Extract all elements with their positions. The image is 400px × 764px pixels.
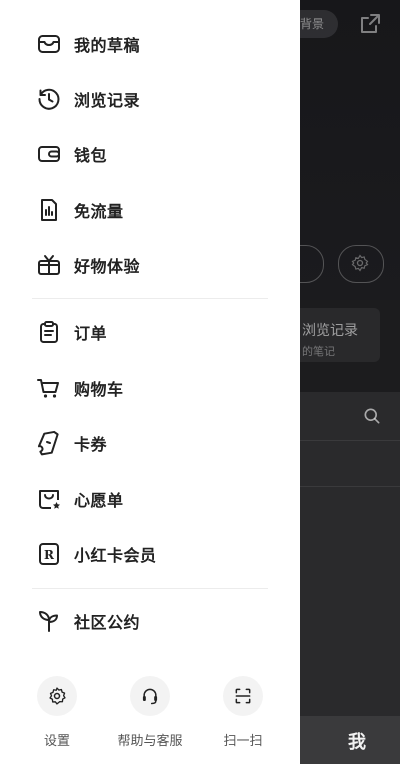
settings-button[interactable]: 设置 <box>12 676 102 749</box>
menu-item-wallet[interactable]: 钱包 <box>0 130 300 178</box>
side-drawer: 我的草稿 浏览记录 钱包 免流量 好物体验 订单 购物车 卡券 心愿单 R 小红… <box>0 0 300 764</box>
tab-me: 我 <box>348 732 366 753</box>
ticket-icon <box>36 430 62 456</box>
menu-item-community-rules[interactable]: 社区公约 <box>0 597 300 645</box>
scan-button-circle <box>223 676 263 716</box>
clipboard-icon <box>36 319 62 345</box>
drafts-box-icon <box>36 31 62 57</box>
menu-item-coupons[interactable]: 卡券 <box>0 419 300 467</box>
menu-item-label: 心愿单 <box>74 491 124 510</box>
gear-icon <box>49 687 66 705</box>
menu-item-history[interactable]: 浏览记录 <box>0 75 300 123</box>
scan-icon <box>235 688 251 704</box>
menu-item-label: 好物体验 <box>74 257 141 276</box>
cart-icon <box>36 375 62 401</box>
scan-label: 扫一扫 <box>223 734 263 749</box>
menu-item-data-free[interactable]: 免流量 <box>0 186 300 234</box>
menu-item-label: 订单 <box>74 324 108 343</box>
screen: 置背景 浏览记录 的笔记 我 我的草稿 浏览记录 钱包 免流量 好物体验 订单 … <box>0 0 400 764</box>
scan-button[interactable]: 扫一扫 <box>198 676 288 749</box>
settings-label: 设置 <box>43 734 70 749</box>
help-service-label: 帮助与客服 <box>117 734 183 749</box>
menu-item-label: 社区公约 <box>74 613 141 632</box>
menu-item-label: 浏览记录 <box>74 91 141 110</box>
headset-icon <box>142 688 158 705</box>
wishlist-bag-icon <box>36 486 62 512</box>
menu-item-label: 免流量 <box>74 202 124 221</box>
menu-item-product-trial[interactable]: 好物体验 <box>0 241 300 289</box>
help-service-button[interactable]: 帮助与客服 <box>105 676 195 749</box>
menu-item-label: 钱包 <box>74 146 108 165</box>
sprout-icon <box>36 608 62 634</box>
background-settings-button <box>338 245 384 283</box>
menu-item-label: 小红卡会员 <box>74 546 157 565</box>
menu-item-label: 购物车 <box>74 380 124 399</box>
background-card-subtitle: 的笔记 <box>302 345 335 358</box>
wallet-icon <box>36 141 62 167</box>
settings-button-circle <box>37 676 77 716</box>
menu-item-orders[interactable]: 订单 <box>0 308 300 356</box>
history-clock-icon <box>36 86 62 112</box>
help-button-circle <box>130 676 170 716</box>
search-icon <box>364 408 380 424</box>
menu-item-label: 卡券 <box>74 435 108 454</box>
menu-item-membership[interactable]: R 小红卡会员 <box>0 530 300 578</box>
gift-tv-icon <box>36 252 62 278</box>
divider <box>300 486 400 487</box>
menu-item-drafts[interactable]: 我的草稿 <box>0 20 300 68</box>
menu-item-label: 我的草稿 <box>74 36 141 55</box>
divider <box>32 298 268 299</box>
svg-text:R: R <box>44 548 55 562</box>
divider <box>32 588 268 589</box>
share-icon <box>361 14 380 33</box>
r-card-icon: R <box>36 541 62 567</box>
menu-item-wishlist[interactable]: 心愿单 <box>0 475 300 523</box>
background-card-title: 浏览记录 <box>302 323 358 339</box>
menu-item-cart[interactable]: 购物车 <box>0 364 300 412</box>
gear-icon <box>351 254 369 272</box>
data-free-icon <box>36 197 62 223</box>
divider <box>300 440 400 441</box>
